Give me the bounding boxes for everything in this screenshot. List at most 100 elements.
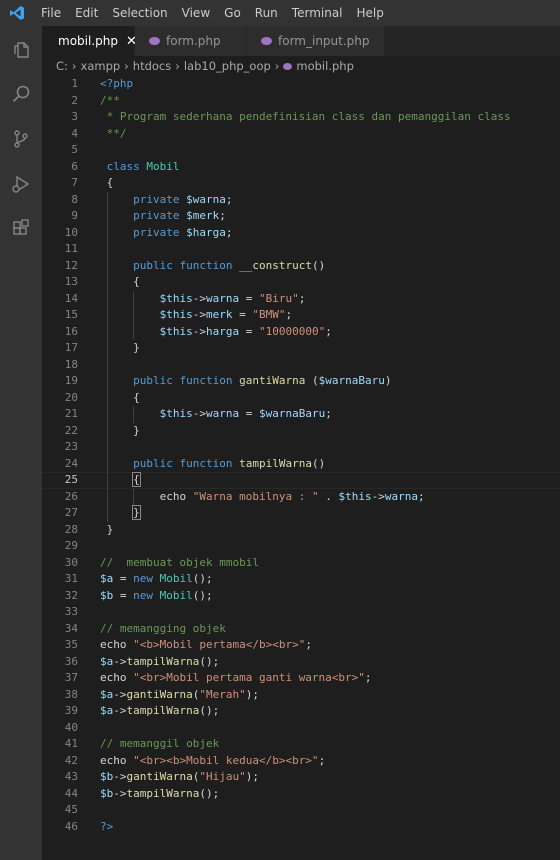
code-token: =: [113, 572, 134, 585]
code-line[interactable]: 4 **/: [42, 126, 560, 143]
line-number: 15: [64, 308, 78, 321]
code-line[interactable]: 27 }: [42, 505, 560, 522]
breadcrumb-item[interactable]: htdocs: [133, 59, 171, 73]
code-line[interactable]: 30 // membuat objek mmobil: [42, 555, 560, 572]
breadcrumb-item[interactable]: mobil.php: [296, 59, 353, 73]
code-line[interactable]: 28 }: [42, 522, 560, 539]
code-token: ;: [325, 324, 332, 338]
code-token: ->: [113, 654, 127, 668]
title-bar: File Edit Selection View Go Run Terminal…: [0, 0, 560, 26]
code-line[interactable]: 31 $a = new Mobil();: [42, 571, 560, 588]
code-line[interactable]: 40: [42, 720, 560, 737]
code-line[interactable]: 18: [42, 357, 560, 374]
code-line[interactable]: 17 }: [42, 340, 560, 357]
code-line[interactable]: 21 $this->warna = $warnaBaru;: [42, 406, 560, 423]
code-token: ->: [192, 291, 206, 305]
code-token: ): [384, 374, 392, 387]
code-line[interactable]: 41 // memanggil objek: [42, 736, 560, 753]
menu-help[interactable]: Help: [350, 0, 391, 26]
code-line[interactable]: 11: [42, 241, 560, 258]
code-line[interactable]: 35 echo "<b>Mobil pertama</b><br>";: [42, 637, 560, 654]
code-line[interactable]: 19 public function gantiWarna ($warnaBar…: [42, 373, 560, 390]
code-text: <?php: [100, 76, 133, 93]
menu-view[interactable]: View: [175, 0, 217, 26]
breadcrumb-item[interactable]: C:: [56, 59, 68, 73]
code-line[interactable]: 24 public function tampilWarna(): [42, 456, 560, 473]
code-line[interactable]: 38 $a->gantiWarna("Merah");: [42, 687, 560, 704]
code-line[interactable]: 6 class Mobil: [42, 159, 560, 176]
code-line[interactable]: 36 $a->tampilWarna();: [42, 654, 560, 671]
code-line[interactable]: 33: [42, 604, 560, 621]
code-line[interactable]: 39 $a->tampilWarna();: [42, 703, 560, 720]
code-line[interactable]: 42 echo "<br><b>Mobil kedua</b><br>";: [42, 753, 560, 770]
code-token: );: [245, 770, 259, 783]
code-line[interactable]: 3 * Program sederhana pendefinisian clas…: [42, 109, 560, 126]
menu-selection[interactable]: Selection: [105, 0, 174, 26]
tab-form-php[interactable]: form.php: [135, 26, 247, 56]
code-text: public function gantiWarna ($warnaBaru): [100, 373, 391, 390]
code-line[interactable]: 34 // memangging objek: [42, 621, 560, 638]
line-number: 8: [71, 192, 78, 206]
indent-guide: [106, 191, 108, 522]
code-token: $a: [100, 704, 114, 717]
code-line[interactable]: 26 echo "Warna mobilnya : " . $this->war…: [42, 489, 560, 506]
line-number: 32: [64, 588, 78, 602]
code-line[interactable]: 45: [42, 802, 560, 819]
line-number: 4: [71, 126, 78, 140]
code-line[interactable]: 2 /**: [42, 93, 560, 110]
code-line[interactable]: 23: [42, 439, 560, 456]
breadcrumb-item[interactable]: lab10_php_oop: [184, 59, 271, 73]
code-token: function: [179, 258, 233, 272]
line-number: 38: [64, 687, 78, 701]
line-number: 25: [64, 473, 78, 486]
code-line[interactable]: 8 private $warna;: [42, 192, 560, 209]
code-line[interactable]: 9 private $merk;: [42, 208, 560, 225]
code-line[interactable]: 7 {: [42, 175, 560, 192]
menu-go[interactable]: Go: [217, 0, 248, 26]
line-number: 19: [64, 374, 78, 387]
code-line[interactable]: 5: [42, 142, 560, 159]
code-line[interactable]: 32 $b = new Mobil();: [42, 588, 560, 605]
code-line[interactable]: 20 {: [42, 390, 560, 407]
code-line[interactable]: 14 $this->warna = "Biru";: [42, 291, 560, 308]
line-number: 23: [64, 440, 78, 453]
source-control-icon[interactable]: [0, 116, 42, 161]
code-line[interactable]: 44 $b->tampilWarna();: [42, 786, 560, 803]
code-line[interactable]: 25 {: [42, 472, 560, 489]
breadcrumb-item[interactable]: xampp: [81, 59, 121, 73]
code-token: tampilWarna: [126, 704, 200, 717]
tab-form-input-php[interactable]: form_input.php: [247, 26, 385, 56]
code-editor[interactable]: 1 <?php 2 /** 3 * Program sederhana pendefin…: [42, 76, 560, 860]
code-token: ->: [113, 687, 127, 701]
code-text: {: [100, 175, 114, 192]
code-line[interactable]: 22 }: [42, 423, 560, 440]
code-line[interactable]: 16 $this->harga = "10000000";: [42, 324, 560, 341]
search-icon[interactable]: [0, 71, 42, 116]
code-line[interactable]: 15 $this->merk = "BMW";: [42, 307, 560, 324]
code-line[interactable]: 43 $b->gantiWarna("Hijau");: [42, 769, 560, 786]
menu-run[interactable]: Run: [248, 0, 285, 26]
code-line[interactable]: 12 public function __construct(): [42, 258, 560, 275]
code-line[interactable]: 29: [42, 538, 560, 555]
tab-mobil-php[interactable]: mobil.php ✕: [42, 26, 137, 56]
extensions-icon[interactable]: [0, 206, 42, 251]
explorer-icon[interactable]: [0, 26, 42, 71]
code-token: warna: [205, 291, 240, 305]
code-line[interactable]: 46 ?>: [42, 819, 560, 836]
menu-terminal[interactable]: Terminal: [285, 0, 350, 26]
code-line[interactable]: 10 private $harga;: [42, 225, 560, 242]
code-token: (): [311, 456, 326, 470]
code-line[interactable]: 13 {: [42, 274, 560, 291]
code-token: $b: [100, 786, 114, 800]
code-token: "BMW": [252, 308, 286, 321]
code-line[interactable]: 37 echo "<br>Mobil pertama ganti warna<br…: [42, 670, 560, 687]
menu-file[interactable]: File: [34, 0, 68, 26]
run-debug-icon[interactable]: [0, 161, 42, 206]
menu-edit[interactable]: Edit: [68, 0, 105, 26]
code-token: $a: [100, 687, 114, 701]
menu-bar: File Edit Selection View Go Run Terminal…: [34, 0, 391, 26]
code-line[interactable]: 1 <?php: [42, 76, 560, 93]
code-text: // membuat objek mmobil: [100, 555, 259, 572]
